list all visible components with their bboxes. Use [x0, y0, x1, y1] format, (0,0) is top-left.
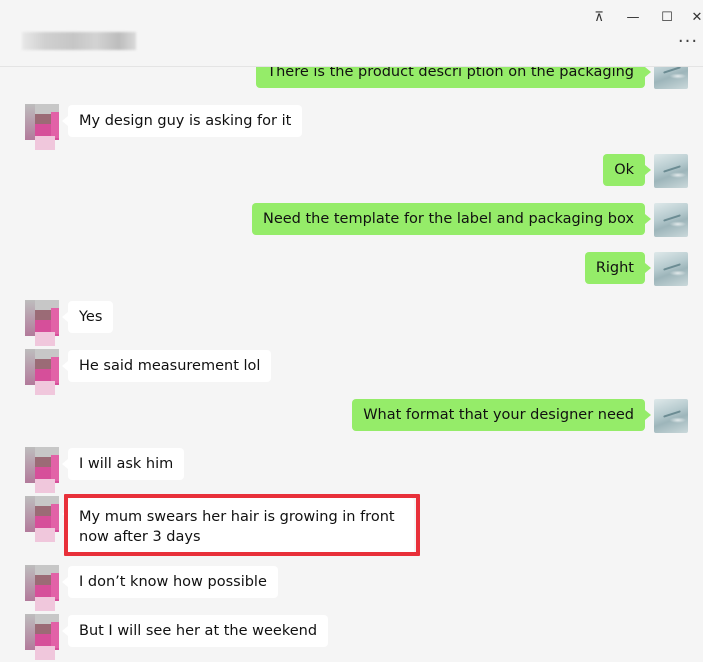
message-bubble-incoming[interactable]: Yes: [61, 301, 114, 333]
message-bubble-outgoing[interactable]: Need the template for the label and pack…: [251, 203, 652, 235]
message-bubble-incoming[interactable]: But I will see her at the weekend: [61, 615, 329, 647]
my-avatar[interactable]: [654, 67, 688, 89]
message-bubble-incoming[interactable]: My design guy is asking for it: [61, 105, 303, 137]
message-bubble-outgoing[interactable]: What format that your designer need: [352, 399, 651, 431]
contact-avatar[interactable]: [25, 300, 59, 346]
message-bubble-outgoing[interactable]: Ok: [603, 154, 651, 186]
message-bubble-outgoing[interactable]: There is the product descri ption on the…: [256, 67, 651, 88]
contact-avatar[interactable]: [25, 565, 59, 611]
chat-header: ⊼ — ☐ ✕ ···: [0, 0, 703, 67]
contact-avatar[interactable]: [25, 447, 59, 493]
pin-icon[interactable]: ⊼: [589, 8, 609, 28]
message-bubble-outgoing[interactable]: Right: [584, 252, 652, 284]
contact-avatar[interactable]: [25, 614, 59, 660]
my-avatar[interactable]: [654, 399, 688, 433]
more-options-icon[interactable]: ···: [675, 32, 701, 52]
maximize-icon[interactable]: ☐: [657, 8, 677, 28]
highlight-box: [64, 494, 420, 556]
message-list[interactable]: There is the product descri ption on the…: [0, 67, 703, 662]
message-bubble-incoming[interactable]: I will ask him: [61, 448, 185, 480]
contact-avatar[interactable]: [25, 496, 59, 542]
contact-avatar[interactable]: [25, 349, 59, 395]
contact-avatar[interactable]: [25, 104, 59, 150]
close-icon[interactable]: ✕: [690, 8, 703, 28]
my-avatar[interactable]: [654, 203, 688, 237]
my-avatar[interactable]: [654, 252, 688, 286]
minimize-icon[interactable]: —: [623, 8, 643, 28]
message-bubble-incoming[interactable]: I don’t know how possible: [62, 566, 278, 598]
my-avatar[interactable]: [654, 154, 688, 188]
message-bubble-incoming[interactable]: He said measurement lol: [61, 350, 272, 382]
contact-name-blurred: [22, 32, 136, 50]
